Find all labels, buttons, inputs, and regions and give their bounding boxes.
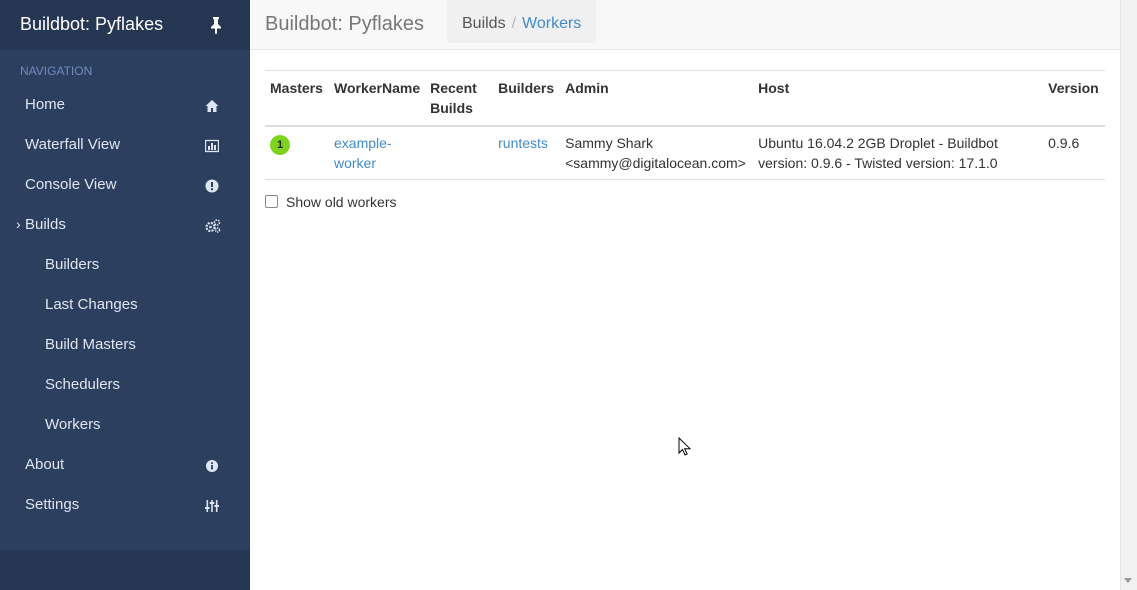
sidebar-item-builds[interactable]: › Builds xyxy=(0,206,250,246)
sidebar: Buildbot: Pyflakes NAVIGATION Home Water… xyxy=(0,0,250,590)
sidebar-item-workers[interactable]: Workers xyxy=(0,406,250,446)
sidebar-item-label: Settings xyxy=(25,496,80,513)
recent-builds-cell xyxy=(425,126,494,180)
breadcrumb-workers[interactable]: Workers xyxy=(522,0,581,48)
chevron-right-icon: › xyxy=(16,216,21,232)
column-header-admin: Admin xyxy=(560,70,754,127)
breadcrumb: Builds / Workers xyxy=(447,0,597,43)
show-old-workers-checkbox[interactable] xyxy=(265,195,278,208)
vertical-scrollbar[interactable] xyxy=(1120,0,1137,590)
sidebar-item-label: Schedulers xyxy=(45,376,121,393)
exclamation-circle-icon xyxy=(205,179,219,193)
column-header-worker-name: WorkerName xyxy=(329,70,426,127)
show-old-workers-label: Show old workers xyxy=(286,194,397,210)
breadcrumb-builds[interactable]: Builds xyxy=(462,0,506,48)
sidebar-item-last-changes[interactable]: Last Changes xyxy=(0,286,250,326)
bar-chart-icon xyxy=(205,139,219,153)
builders-cell: runtests xyxy=(493,126,561,180)
mouse-cursor-icon xyxy=(678,437,692,456)
info-circle-icon xyxy=(206,460,218,472)
brand-title[interactable]: Buildbot: Pyflakes xyxy=(20,14,163,35)
builder-link[interactable]: runtests xyxy=(498,135,548,151)
sidebar-item-build-masters[interactable]: Build Masters xyxy=(0,326,250,366)
sidebar-item-label: Builders xyxy=(45,256,100,273)
sidebar-item-about[interactable]: About xyxy=(0,446,250,486)
sidebar-item-label: Builds xyxy=(25,216,66,233)
workers-table: Masters WorkerName Recent Builds Builder… xyxy=(265,70,1105,180)
home-icon xyxy=(205,100,219,112)
pin-icon[interactable] xyxy=(209,16,223,34)
admin-cell: Sammy Shark <sammy@digitalocean.com> xyxy=(560,126,754,180)
sidebar-item-label: Last Changes xyxy=(45,296,138,313)
sidebar-header: Buildbot: Pyflakes xyxy=(0,0,250,50)
version-cell: 0.9.6 xyxy=(1043,126,1105,180)
workers-panel: Masters WorkerName Recent Builds Builder… xyxy=(265,70,1105,180)
sidebar-item-waterfall[interactable]: Waterfall View xyxy=(0,126,250,166)
nav-section-title: NAVIGATION xyxy=(20,64,93,78)
sidebar-item-builders[interactable]: Builders xyxy=(0,246,250,286)
column-header-recent-builds: Recent Builds xyxy=(425,70,494,127)
table-header-row: Masters WorkerName Recent Builds Builder… xyxy=(265,70,1105,127)
page-title[interactable]: Buildbot: Pyflakes xyxy=(265,13,424,36)
sidebar-item-label: Console View xyxy=(25,176,117,193)
top-navbar: Buildbot: Pyflakes Builds / Workers xyxy=(250,0,1120,50)
sidebar-item-settings[interactable]: Settings xyxy=(0,486,250,526)
scroll-down-arrow-icon[interactable] xyxy=(1124,578,1132,583)
sidebar-item-label: About xyxy=(25,456,65,473)
sidebar-footer xyxy=(0,550,250,590)
gears-icon xyxy=(205,219,221,233)
column-header-host: Host xyxy=(753,70,1044,127)
table-row: 1 example-worker runtests Sammy Shark <s… xyxy=(265,126,1105,180)
sidebar-item-home[interactable]: Home xyxy=(0,86,250,126)
column-header-builders: Builders xyxy=(493,70,561,127)
sidebar-item-label: Build Masters xyxy=(45,336,136,353)
sidebar-item-schedulers[interactable]: Schedulers xyxy=(0,366,250,406)
masters-cell: 1 xyxy=(265,126,329,180)
show-old-workers-toggle[interactable]: Show old workers xyxy=(265,194,397,210)
worker-name-cell: example-worker xyxy=(329,126,426,180)
sidebar-item-label: Waterfall View xyxy=(25,136,121,153)
host-cell: Ubuntu 16.04.2 2GB Droplet - Buildbot ve… xyxy=(753,126,1044,180)
sidebar-item-label: Home xyxy=(25,96,66,113)
breadcrumb-separator: / xyxy=(511,15,517,32)
sidebar-item-console[interactable]: Console View xyxy=(0,166,250,206)
sliders-icon xyxy=(205,500,219,512)
sidebar-item-label: Workers xyxy=(45,416,101,433)
worker-name-link[interactable]: example-worker xyxy=(334,135,392,171)
column-header-masters: Masters xyxy=(265,70,329,127)
master-count-badge[interactable]: 1 xyxy=(270,135,290,155)
column-header-version: Version xyxy=(1043,70,1105,127)
